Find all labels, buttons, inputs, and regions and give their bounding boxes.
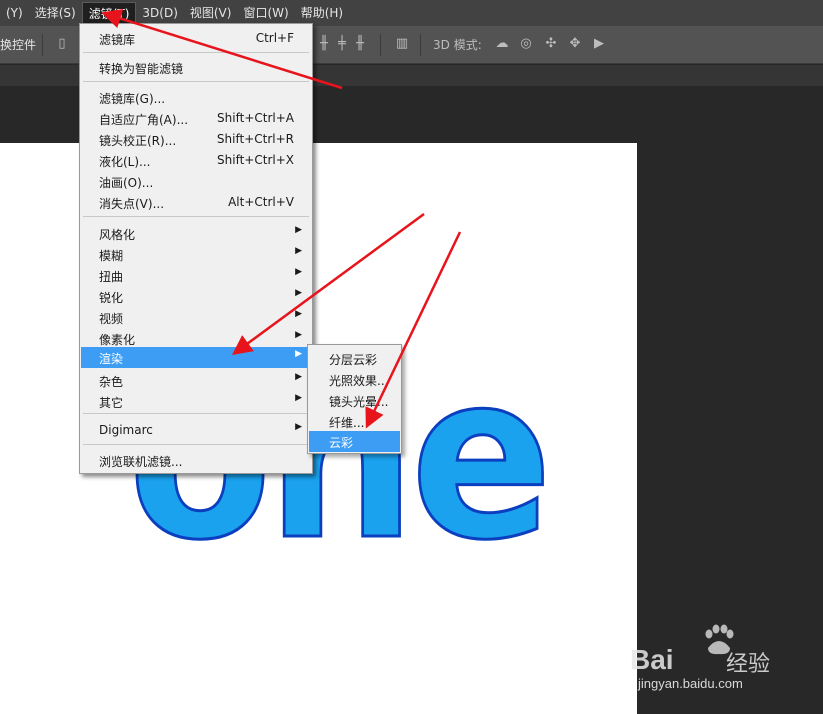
menu-item-label: 扭曲 xyxy=(99,270,124,284)
filter-menu: 滤镜库 Ctrl+F 转换为智能滤镜 滤镜库(G)... 自适应广角(A)...… xyxy=(79,23,313,474)
submenu-item-fibers[interactable]: 纤维... xyxy=(309,411,400,432)
menu-item-sharpen[interactable]: 锐化 ▶ xyxy=(81,286,311,307)
menu-item-label: 锐化 xyxy=(99,291,124,305)
3d-roll-icon[interactable]: ◎ xyxy=(518,35,534,53)
watermark-url: jingyan.baidu.com xyxy=(638,676,743,691)
menu-divider xyxy=(83,81,309,82)
menu-item-pixelate[interactable]: 像素化 ▶ xyxy=(81,328,311,349)
menu-item-blur[interactable]: 模糊 ▶ xyxy=(81,244,311,265)
menu-select-partial[interactable]: (Y) xyxy=(0,2,29,24)
align-right-icon[interactable]: ╫ xyxy=(352,35,368,53)
align-left-icon[interactable]: ▯ xyxy=(54,35,70,53)
submenu-arrow-icon: ▶ xyxy=(295,225,302,235)
align-horizontal-center-icon[interactable]: ╫ xyxy=(316,35,332,53)
submenu-item-label: 光照效果... xyxy=(329,374,389,388)
submenu-item-label: 分层云彩 xyxy=(329,353,378,367)
menu-item-label: Digimarc xyxy=(99,423,153,437)
menu-item-adaptive-wide-angle[interactable]: 自适应广角(A)... Shift+Ctrl+A xyxy=(81,108,311,129)
menu-item-label: 镜头校正(R)... xyxy=(99,134,177,148)
menu-item-video[interactable]: 视频 ▶ xyxy=(81,307,311,328)
submenu-item-difference-clouds[interactable]: 分层云彩 xyxy=(309,348,400,369)
menu-divider xyxy=(83,216,309,217)
menu-item-last-filter[interactable]: 滤镜库 Ctrl+F xyxy=(81,28,311,49)
menu-item-label: 油画(O)... xyxy=(99,176,154,190)
baidu-watermark: Bai 经验 jingyan.baidu.com xyxy=(630,622,820,692)
3d-pan-icon[interactable]: ✣ xyxy=(543,35,559,53)
submenu-arrow-icon: ▶ xyxy=(295,267,302,277)
menu-item-render[interactable]: 渲染 ▶ xyxy=(81,347,311,368)
menu-divider xyxy=(83,413,309,414)
menu-divider xyxy=(83,52,309,53)
menu-item-label: 液化(L)... xyxy=(99,155,151,169)
menu-item-label: 视频 xyxy=(99,312,124,326)
menu-item-lens-correction[interactable]: 镜头校正(R)... Shift+Ctrl+R xyxy=(81,129,311,150)
menu-item-label: 消失点(V)... xyxy=(99,197,165,211)
submenu-arrow-icon: ▶ xyxy=(295,349,302,359)
submenu-arrow-icon: ▶ xyxy=(295,246,302,256)
menu-item-label: 杂色 xyxy=(99,375,124,389)
submenu-item-lens-flare[interactable]: 镜头光晕... xyxy=(309,390,400,411)
menu-item-noise[interactable]: 杂色 ▶ xyxy=(81,370,311,391)
transform-controls-label[interactable]: 换控件 xyxy=(0,36,36,53)
menu-item-other[interactable]: 其它 ▶ xyxy=(81,391,311,412)
3d-mode-label: 3D 模式: xyxy=(433,38,482,52)
submenu-arrow-icon: ▶ xyxy=(295,288,302,298)
menu-item-oil-paint[interactable]: 油画(O)... xyxy=(81,171,311,192)
menu-window[interactable]: 窗口(W) xyxy=(237,2,294,24)
watermark-brand-suffix: 经验 xyxy=(726,652,771,677)
menu-select[interactable]: 选择(S) xyxy=(29,2,82,24)
menu-item-distort[interactable]: 扭曲 ▶ xyxy=(81,265,311,286)
menu-item-liquify[interactable]: 液化(L)... Shift+Ctrl+X xyxy=(81,150,311,171)
menu-item-shortcut: Shift+Ctrl+X xyxy=(217,153,294,167)
toolbar-separator xyxy=(380,34,381,56)
submenu-item-label: 镜头光晕... xyxy=(329,395,389,409)
submenu-arrow-icon: ▶ xyxy=(295,422,302,432)
menu-item-browse-online-filters[interactable]: 浏览联机滤镜... xyxy=(81,450,311,471)
menu-divider xyxy=(83,444,309,445)
menu-item-label: 自适应广角(A)... xyxy=(99,113,189,127)
menu-item-stylize[interactable]: 风格化 ▶ xyxy=(81,223,311,244)
3d-slide-icon[interactable]: ✥ xyxy=(567,35,583,53)
3d-scale-icon[interactable]: ▶ xyxy=(591,35,607,53)
submenu-item-label: 纤维... xyxy=(329,416,365,430)
toolbar-separator xyxy=(42,34,43,56)
menu-item-convert-smart-filter[interactable]: 转换为智能滤镜 xyxy=(81,57,311,78)
submenu-arrow-icon: ▶ xyxy=(295,393,302,403)
menu-item-shortcut: Shift+Ctrl+R xyxy=(216,132,294,146)
menu-item-label: 滤镜库 xyxy=(99,33,136,47)
menu-help[interactable]: 帮助(H) xyxy=(295,2,349,24)
menu-item-shortcut: Shift+Ctrl+A xyxy=(217,111,294,125)
menu-3d[interactable]: 3D(D) xyxy=(136,2,183,24)
menu-filter[interactable]: 滤镜(T) xyxy=(81,2,137,24)
render-submenu: 分层云彩 光照效果... 镜头光晕... 纤维... 云彩 xyxy=(307,344,402,454)
menu-item-label: 浏览联机滤镜... xyxy=(99,455,183,469)
menu-item-label: 渲染 xyxy=(99,352,124,366)
menu-item-filter-gallery[interactable]: 滤镜库(G)... xyxy=(81,87,311,108)
submenu-item-label: 云彩 xyxy=(329,436,354,450)
menu-item-label: 风格化 xyxy=(99,228,136,242)
menu-item-label: 转换为智能滤镜 xyxy=(99,62,184,76)
align-vertical-center-icon[interactable]: ╪ xyxy=(334,35,350,53)
submenu-item-clouds[interactable]: 云彩 xyxy=(309,431,400,452)
toolbar-separator xyxy=(420,34,421,56)
3d-rotate-icon[interactable]: ☁ xyxy=(494,35,510,53)
submenu-arrow-icon: ▶ xyxy=(295,372,302,382)
menu-item-label: 像素化 xyxy=(99,333,136,347)
watermark-brand: Bai xyxy=(630,644,674,675)
menu-item-shortcut: Alt+Ctrl+V xyxy=(228,195,294,209)
menu-item-label: 模糊 xyxy=(99,249,124,263)
submenu-arrow-icon: ▶ xyxy=(295,309,302,319)
menu-item-shortcut: Ctrl+F xyxy=(255,31,294,45)
menu-view[interactable]: 视图(V) xyxy=(184,2,238,24)
submenu-arrow-icon: ▶ xyxy=(295,330,302,340)
menu-item-label: 滤镜库(G)... xyxy=(99,92,166,106)
menu-item-label: 其它 xyxy=(99,396,124,410)
distribute-icon[interactable]: ▥ xyxy=(394,35,410,53)
menu-item-vanishing-point[interactable]: 消失点(V)... Alt+Ctrl+V xyxy=(81,192,311,213)
menu-item-digimarc[interactable]: Digimarc ▶ xyxy=(81,420,311,441)
submenu-item-lighting-effects[interactable]: 光照效果... xyxy=(309,369,400,390)
